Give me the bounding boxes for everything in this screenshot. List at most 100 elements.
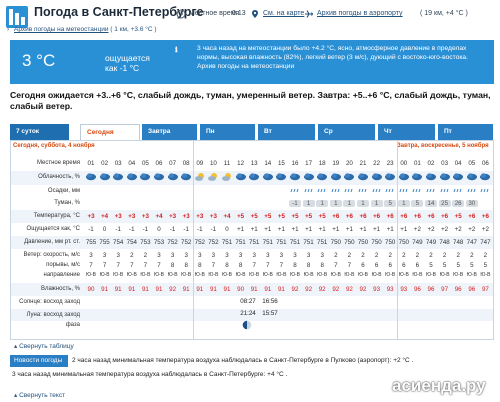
tab-tomorrow[interactable]: Завтра <box>142 124 198 140</box>
news-item[interactable]: 3 часа назад минимальная температура воз… <box>12 371 287 378</box>
pressure-cell: 752 <box>167 239 178 246</box>
temp-cell: +5 <box>454 213 462 220</box>
humidity-cell: 96 <box>454 286 462 293</box>
pressure-cell: 747 <box>466 239 477 246</box>
hour-cell: 06 <box>155 160 163 167</box>
hour-cell: 08 <box>182 160 190 167</box>
current-summary-text: 3 часа назад на метеостанции было +4.2 °… <box>197 45 468 61</box>
wind-cell: 2 <box>402 252 406 259</box>
cloud-icon <box>480 173 491 181</box>
rain-drops-icon <box>385 188 394 193</box>
moonset-time: 15:57 <box>262 310 278 317</box>
cloud-icon <box>466 173 477 181</box>
cloud-icon <box>453 173 464 181</box>
feels-cell: 0 <box>225 226 229 233</box>
collapse-text-link[interactable]: ▴ Свернуть текст <box>14 391 65 399</box>
fog-cell: 1 <box>397 200 410 207</box>
fog-cell: 30 <box>465 200 478 207</box>
map-link[interactable]: См. на карте <box>263 10 304 17</box>
direction-cell: Ю-В <box>344 272 355 278</box>
temp-cell: +5 <box>250 213 258 220</box>
temp-cell: +5 <box>237 213 245 220</box>
wind-cell: 3 <box>157 252 161 259</box>
cloud-icon <box>330 173 341 181</box>
station-archive-link[interactable]: Архив погоды на метеостанции ( 1 км, +3.… <box>14 26 157 33</box>
day-head-tomorrow: Завтра, воскресенье, 5 ноября <box>397 143 489 149</box>
humidity-cell: 91 <box>101 286 109 293</box>
wind-cell: 3 <box>320 252 324 259</box>
temp-cell: +6 <box>427 213 435 220</box>
tab-fri[interactable]: Пт <box>438 124 494 140</box>
feels-cell: -1 <box>183 226 189 233</box>
wind-cell: 3 <box>116 252 120 259</box>
humidity-cell: 96 <box>468 286 476 293</box>
feels-cell: +1 <box>291 226 299 233</box>
wind-cell: 3 <box>252 252 256 259</box>
humidity-cell: 92 <box>291 286 299 293</box>
temp-cell: +4 <box>223 213 231 220</box>
tab-thu[interactable]: Чт <box>378 124 436 140</box>
news-tab[interactable]: Новости погоды <box>10 355 68 367</box>
collapse-table-label[interactable]: Свернуть таблицу <box>19 343 74 350</box>
row-label-feels: Ощущается как, °C <box>26 226 80 232</box>
temp-cell: +6 <box>359 213 367 220</box>
rain-drops-icon <box>317 188 326 193</box>
wind-cell: 2 <box>130 252 134 259</box>
clock-icon <box>176 9 186 19</box>
feels-cell: +1 <box>345 226 353 233</box>
fog-cell: -1 <box>289 200 301 207</box>
feels-cell: +2 <box>413 226 421 233</box>
hour-cell: 21 <box>359 160 367 167</box>
wind-cell: 2 <box>456 252 460 259</box>
airport-archive-link[interactable]: Архив погоды в аэропорту <box>317 10 403 17</box>
station-archive-link-text[interactable]: Архив погоды на метеостанции <box>14 26 108 33</box>
rain-drops-icon <box>304 188 313 193</box>
news-item[interactable]: 2 часа назад минимальная температура воз… <box>72 357 413 364</box>
gust-cell: 6 <box>415 262 420 269</box>
gust-cell: 7 <box>279 262 284 269</box>
collapse-table-link[interactable]: ▴ Свернуть таблицу <box>14 342 74 350</box>
humidity-cell: 91 <box>277 286 285 293</box>
tab-7-days[interactable]: 7 суток <box>10 124 70 140</box>
feels-cell: +2 <box>454 226 462 233</box>
tab-mon[interactable]: Пн <box>200 124 256 140</box>
wind-cell: 3 <box>238 252 243 259</box>
fog-cell: 1 <box>357 200 369 207</box>
rain-drops-icon <box>399 188 408 193</box>
cloud-icon <box>371 173 382 181</box>
hour-cell: 19 <box>332 160 340 167</box>
airport-archive-meta: ( 19 км, +4 °C ) <box>420 10 468 17</box>
direction-cell: Ю-В <box>140 272 151 278</box>
hour-cell: 01 <box>413 160 421 167</box>
gust-cell: 5 <box>442 262 447 269</box>
direction-cell: Ю-В <box>276 272 287 278</box>
fog-cell: 5 <box>411 200 424 207</box>
tab-today[interactable]: Сегодня <box>80 124 140 140</box>
hour-cell: 20 <box>345 160 353 167</box>
row-label-wind: Ветер: скорость, м/с <box>23 252 80 258</box>
wind-cell: 3 <box>279 252 284 259</box>
hour-cell: 06 <box>481 160 489 167</box>
wind-cell: 2 <box>361 252 365 259</box>
pressure-cell: 752 <box>208 239 219 246</box>
gust-cell: 8 <box>170 262 175 269</box>
hour-cell: 01 <box>87 160 95 167</box>
humidity-cell: 96 <box>413 286 421 293</box>
collapse-text-label[interactable]: Свернуть текст <box>19 392 65 399</box>
direction-cell: Ю-В <box>453 272 464 278</box>
temp-cell: +6 <box>345 213 353 220</box>
tab-tue[interactable]: Вт <box>258 124 316 140</box>
rain-drops-icon <box>290 188 299 193</box>
row-label-temp: Температура, °C <box>33 213 80 219</box>
temp-cell: +6 <box>413 213 421 220</box>
wind-cell: 2 <box>442 252 447 259</box>
temp-cell: +3 <box>141 213 149 220</box>
temp-cell: +6 <box>373 213 381 220</box>
tab-wed[interactable]: Ср <box>318 124 376 140</box>
station-archive-link-2[interactable]: Архив погоды на метеостанции <box>197 62 490 71</box>
direction-cell: Ю-В <box>371 272 382 278</box>
row-label-direction: направление <box>43 272 80 278</box>
humidity-cell: 96 <box>427 286 435 293</box>
direction-cell: Ю-В <box>289 272 301 278</box>
pressure-cell: 753 <box>153 239 165 246</box>
